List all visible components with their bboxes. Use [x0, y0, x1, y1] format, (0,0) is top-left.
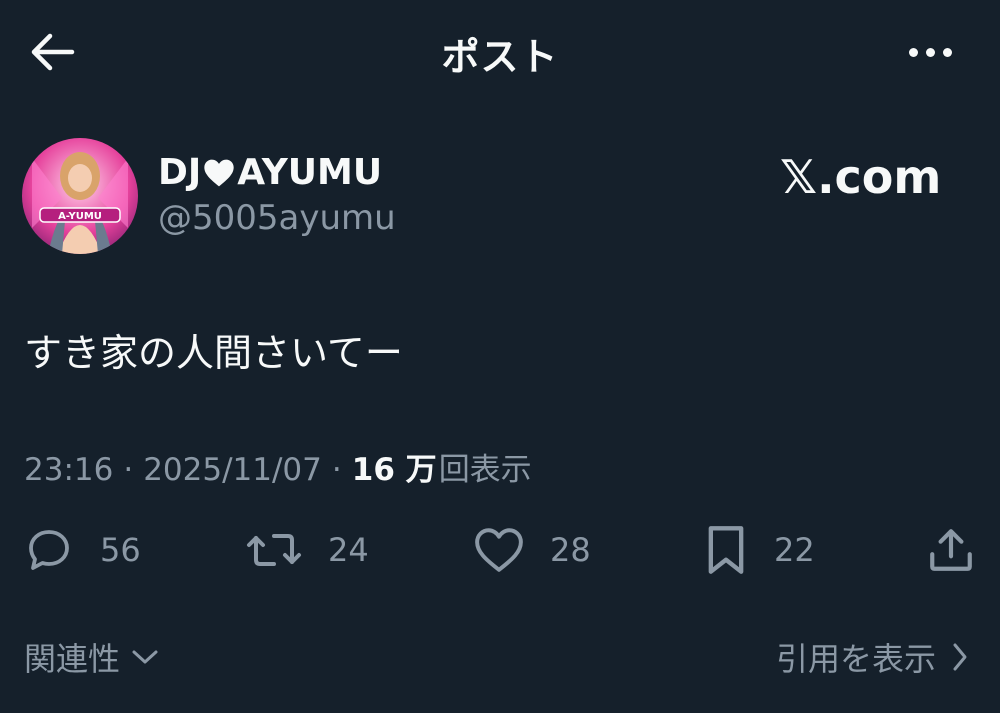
repost-button[interactable]: 24 — [246, 522, 369, 578]
like-button[interactable]: 28 — [474, 522, 591, 578]
repost-icon — [247, 534, 301, 566]
chevron-right-icon — [953, 643, 967, 671]
meta-separator: · — [123, 452, 134, 488]
reply-button[interactable]: 56 — [24, 522, 141, 578]
avatar-photo: A-YUMU — [22, 138, 138, 254]
watermark-text: .com — [817, 150, 942, 204]
bookmark-button[interactable]: 22 — [704, 522, 815, 578]
view-quotes-button[interactable]: 引用を表示 — [776, 634, 970, 680]
chevron-down-icon — [132, 650, 158, 664]
page-title: ポスト — [441, 35, 559, 79]
share-button[interactable] — [926, 522, 976, 578]
views-count: 16 万 — [351, 452, 437, 488]
share-icon — [930, 529, 972, 571]
relevance-label: 関連性 — [24, 640, 121, 678]
display-name[interactable]: DJ AYUMU — [158, 152, 382, 193]
display-name-part2: AYUMU — [237, 152, 383, 193]
meta-separator: · — [331, 452, 342, 488]
like-count: 28 — [550, 531, 591, 569]
reply-icon — [29, 530, 69, 570]
avatar[interactable]: A-YUMU — [22, 138, 138, 254]
post-time[interactable]: 23:16 — [24, 452, 113, 488]
reply-count: 56 — [100, 531, 141, 569]
post-text: すき家の人間さいてー — [24, 331, 403, 375]
user-handle[interactable]: @5005ayumu — [158, 198, 396, 238]
bookmark-icon — [708, 526, 744, 574]
more-options-button[interactable] — [898, 26, 962, 78]
more-dot — [942, 47, 952, 57]
more-horizontal-icon — [908, 47, 918, 57]
repost-count: 24 — [328, 531, 369, 569]
relevance-sort-button[interactable]: 関連性 — [24, 634, 160, 680]
view-quotes-label: 引用を表示 — [775, 640, 936, 678]
post-meta: 23:16 · 2025/11/07 · 16 万 回表示 — [24, 444, 532, 489]
views-label: 回表示 — [438, 452, 532, 488]
bookmark-count: 22 — [774, 531, 815, 569]
display-name-part1: DJ — [158, 152, 202, 193]
x-com-watermark: 𝕏 .com — [780, 150, 941, 204]
heart-icon — [204, 159, 234, 186]
post-date[interactable]: 2025/11/07 — [143, 452, 322, 488]
heart-outline-icon — [475, 528, 523, 572]
more-dot — [925, 47, 935, 57]
x-logo-icon: 𝕏 — [780, 150, 818, 204]
avatar-text: A-YUMU — [58, 211, 102, 222]
